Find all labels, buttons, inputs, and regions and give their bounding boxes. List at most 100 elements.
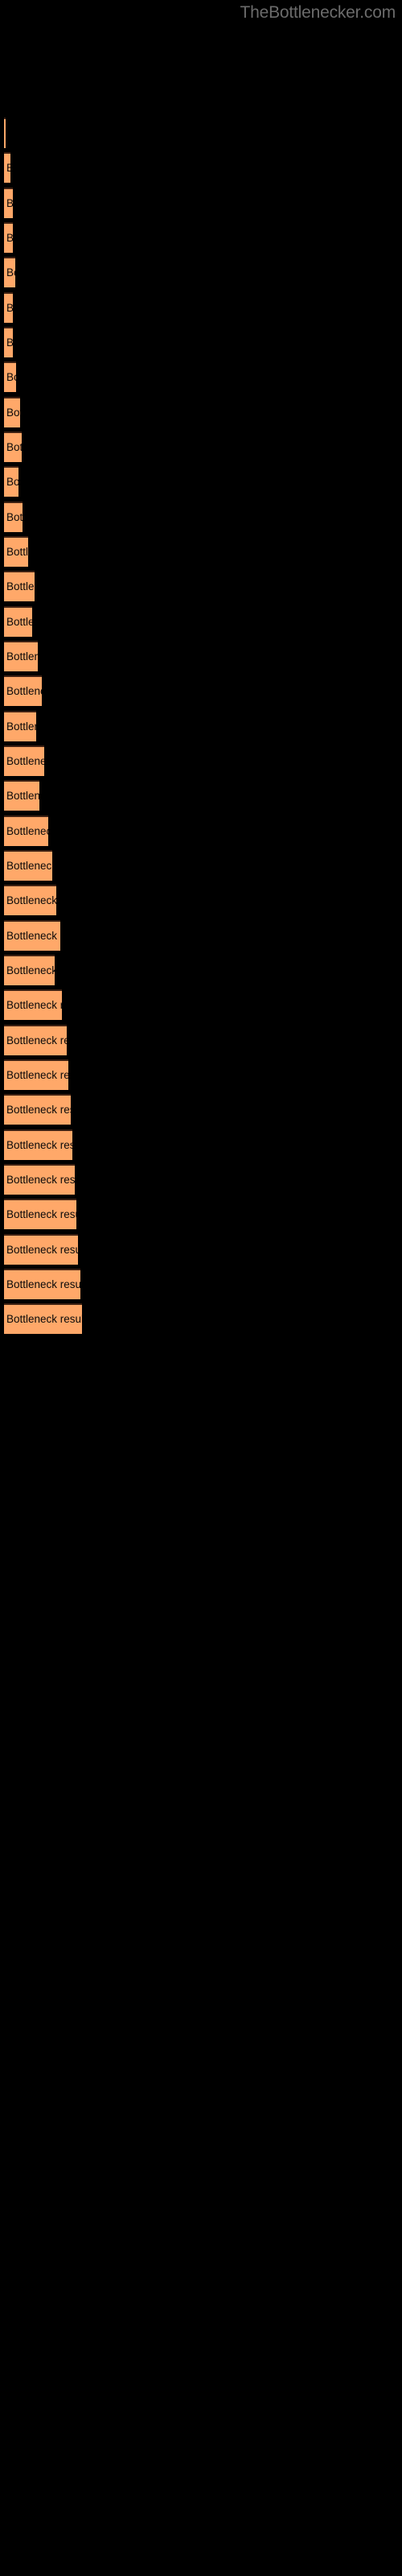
chart-bar-label: Bottleneck result	[6, 720, 36, 733]
chart-bar-label: Bottleneck result	[6, 441, 22, 453]
chart-bar-label: Bottleneck result	[6, 1313, 82, 1325]
chart-bar[interactable]: Bottleneck result	[4, 1234, 78, 1265]
chart-bar-label: Bottleneck result	[6, 790, 39, 802]
chart-bar[interactable]: Bottleneck result	[4, 815, 48, 846]
chart-bar-label: Bottleneck result	[6, 371, 16, 383]
bar-row: Bottleneck result	[0, 955, 402, 985]
chart-bar-label: Bottleneck result	[6, 930, 60, 942]
bar-row: Bottleneck result	[0, 1129, 402, 1160]
bar-row: Bottleneck result	[0, 1094, 402, 1125]
chart-bar-label: Bottleneck result	[6, 266, 15, 279]
chart-bar[interactable]: Bottleneck result	[4, 571, 35, 601]
chart-bar-label: Bottleneck result	[6, 755, 44, 767]
chart-bar-label: Bottleneck result	[6, 1208, 76, 1220]
chart-bar-label: Bottleneck result	[6, 162, 10, 175]
bar-row: Bottleneck result	[0, 118, 402, 148]
bar-row: Bottleneck result	[0, 327, 402, 357]
bar-row: Bottleneck result	[0, 536, 402, 567]
bar-row: Bottleneck result	[0, 466, 402, 497]
chart-bar[interactable]: Bottleneck result	[4, 1303, 82, 1334]
chart-bar[interactable]: Bottleneck result	[4, 536, 28, 567]
bar-row: Bottleneck result	[0, 780, 402, 811]
chart-bar[interactable]: Bottleneck result	[4, 780, 39, 811]
bar-row: Bottleneck result	[0, 1303, 402, 1334]
chart-bar-label: Bottleneck result	[6, 1278, 80, 1290]
chart-bar-label: Bottleneck result	[6, 1139, 72, 1151]
chart-bar[interactable]: Bottleneck result	[4, 466, 18, 497]
bar-row: Bottleneck result	[0, 1199, 402, 1229]
bar-row: Bottleneck result	[0, 745, 402, 776]
chart-bar-label: Bottleneck result	[6, 511, 23, 523]
chart-bar[interactable]: Bottleneck result	[4, 222, 13, 253]
bar-row: Bottleneck result	[0, 850, 402, 881]
bar-row: Bottleneck result	[0, 361, 402, 392]
chart-bar-label: Bottleneck result	[6, 1034, 67, 1046]
chart-bar[interactable]: Bottleneck result	[4, 502, 23, 532]
chart-bar[interactable]: Bottleneck result	[4, 1059, 68, 1090]
chart-bar-label: Bottleneck result	[6, 860, 52, 872]
chart-bar[interactable]: Bottleneck result	[4, 641, 38, 671]
chart-bar-label: Bottleneck result	[6, 650, 38, 663]
chart-bar[interactable]: Bottleneck result	[4, 920, 60, 951]
bar-row: Bottleneck result	[0, 675, 402, 706]
chart-bar-label: Bottleneck result	[6, 825, 48, 837]
chart-bar-label: Bottleneck result	[6, 685, 42, 697]
chart-bar[interactable]: Bottleneck result	[4, 955, 55, 985]
bar-row: Bottleneck result	[0, 641, 402, 671]
chart-bar[interactable]: Bottleneck result	[4, 118, 6, 148]
chart-bar-label: Bottleneck result	[6, 336, 13, 349]
chart-bar[interactable]: Bottleneck result	[4, 606, 32, 637]
bar-row: Bottleneck result	[0, 397, 402, 427]
chart-bar[interactable]: Bottleneck result	[4, 675, 42, 706]
bar-row: Bottleneck result	[0, 222, 402, 253]
chart-bar-label: Bottleneck result	[6, 894, 56, 906]
chart-bar[interactable]: Bottleneck result	[4, 431, 22, 462]
bar-row: Bottleneck result	[0, 1269, 402, 1299]
chart-bar[interactable]: Bottleneck result	[4, 188, 13, 218]
bar-row: Bottleneck result	[0, 1025, 402, 1055]
chart-bar[interactable]: Bottleneck result	[4, 257, 15, 287]
chart-bar[interactable]: Bottleneck result	[4, 1199, 76, 1229]
chart-bar-label: Bottleneck result	[6, 476, 18, 488]
bar-row: Bottleneck result	[0, 1234, 402, 1265]
chart-bar-label: Bottleneck result	[6, 197, 13, 210]
bar-row: Bottleneck result	[0, 989, 402, 1020]
bar-row: Bottleneck result	[0, 431, 402, 462]
chart-bar[interactable]: Bottleneck result	[4, 1269, 80, 1299]
chart-bar-label: Bottleneck result	[6, 1069, 68, 1081]
horizontal-bar-chart: Bottleneck result Bottleneck result Bottle…	[0, 0, 402, 2576]
chart-bar[interactable]: Bottleneck result	[4, 1025, 67, 1055]
chart-bar[interactable]: Bottleneck result	[4, 711, 36, 741]
bar-row: Bottleneck result	[0, 502, 402, 532]
bar-row: Bottleneck result	[0, 1059, 402, 1090]
bar-row: Bottleneck result	[0, 292, 402, 323]
chart-bar-label: Bottleneck result	[6, 616, 32, 628]
bar-row: Bottleneck result	[0, 257, 402, 287]
chart-bar-label: Bottleneck result	[6, 232, 13, 245]
chart-bar[interactable]: Bottleneck result	[4, 745, 44, 776]
bar-row: Bottleneck result	[0, 606, 402, 637]
chart-bar-label: Bottleneck result	[6, 1244, 78, 1256]
chart-bar[interactable]: Bottleneck result	[4, 1094, 71, 1125]
chart-bar[interactable]: Bottleneck result	[4, 292, 13, 323]
chart-bar[interactable]: Bottleneck result	[4, 152, 10, 183]
chart-bar[interactable]: Bottleneck result	[4, 397, 20, 427]
bar-row: Bottleneck result	[0, 711, 402, 741]
chart-bar[interactable]: Bottleneck result	[4, 361, 16, 392]
chart-bar-label: Bottleneck result	[6, 407, 20, 419]
chart-bar[interactable]: Bottleneck result	[4, 327, 13, 357]
chart-bar-label: Bottleneck result	[6, 999, 62, 1011]
bar-row: Bottleneck result	[0, 571, 402, 601]
chart-bar-label: Bottleneck result	[6, 1104, 71, 1116]
chart-bar[interactable]: Bottleneck result	[4, 885, 56, 915]
bar-row: Bottleneck result	[0, 1164, 402, 1195]
bar-row: Bottleneck result	[0, 920, 402, 951]
bar-row: Bottleneck result	[0, 152, 402, 183]
chart-bar[interactable]: Bottleneck result	[4, 850, 52, 881]
chart-bar[interactable]: Bottleneck result	[4, 1164, 75, 1195]
chart-bar[interactable]: Bottleneck result	[4, 1129, 72, 1160]
chart-bar-label: Bottleneck result	[6, 580, 35, 592]
chart-bar[interactable]: Bottleneck result	[4, 989, 62, 1020]
bar-row: Bottleneck result	[0, 188, 402, 218]
chart-bar-label: Bottleneck result	[6, 302, 13, 315]
